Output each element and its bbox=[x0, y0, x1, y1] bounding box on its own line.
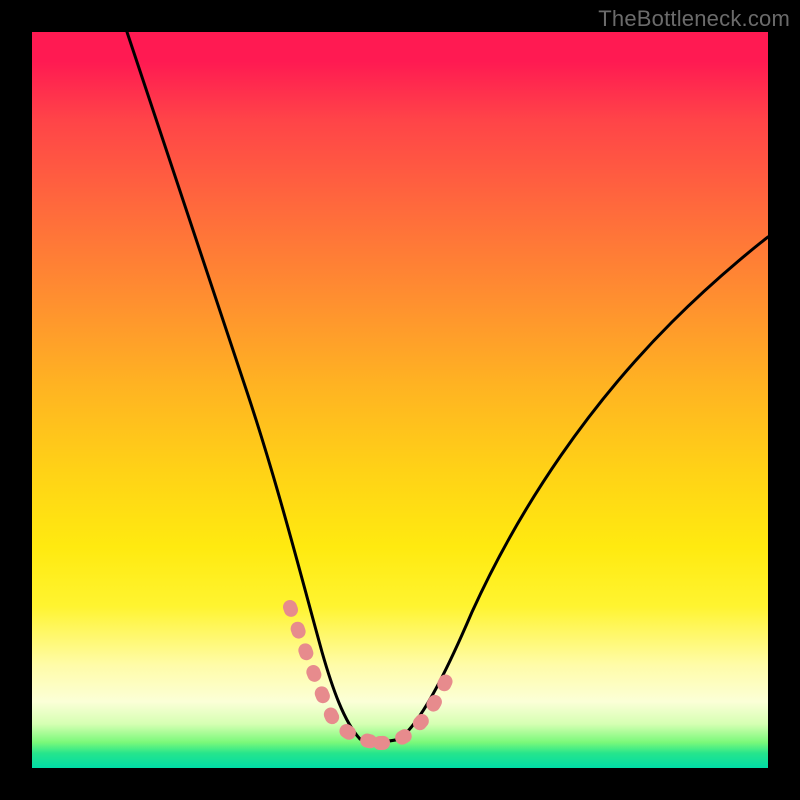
attribution-text: TheBottleneck.com bbox=[598, 6, 790, 32]
left-curve bbox=[127, 32, 360, 739]
curves-svg bbox=[32, 32, 768, 768]
chart-frame: TheBottleneck.com bbox=[0, 0, 800, 800]
plot-area bbox=[32, 32, 768, 768]
pink-overlay-right bbox=[380, 668, 452, 743]
pink-overlay-left bbox=[290, 607, 380, 743]
right-curve bbox=[400, 237, 768, 739]
